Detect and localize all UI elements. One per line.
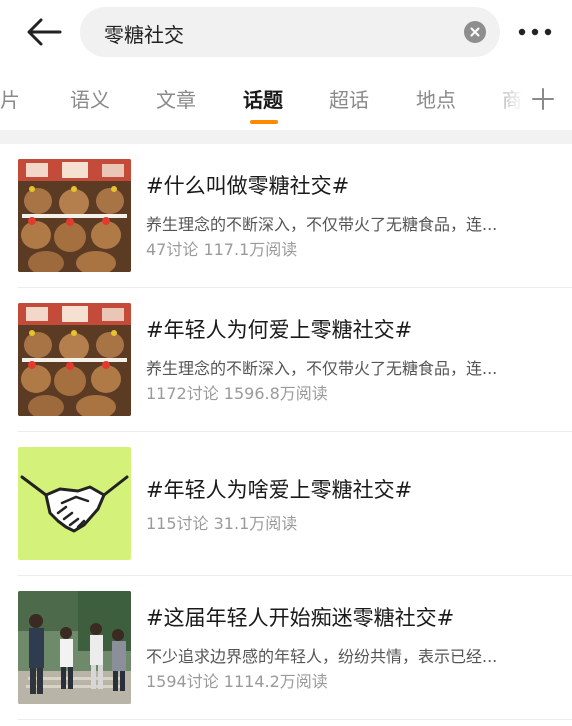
divider: [18, 719, 572, 720]
list-item[interactable]: #年轻人为啥爱上零糖社交# 115讨论 31.1万阅读: [0, 432, 572, 576]
topic-stats: 1172讨论 1596.8万阅读: [146, 384, 328, 403]
tab-topics[interactable]: 话题: [243, 84, 283, 113]
search-query: 零糖社交: [104, 23, 184, 47]
more-button[interactable]: [514, 20, 558, 44]
section-separator: [0, 130, 572, 144]
list-item[interactable]: #这届年轻人开始痴迷零糖社交# 不少追求边界感的年轻人，纷纷共情，表示已经...…: [0, 576, 572, 720]
plus-icon: [532, 88, 554, 110]
topic-title: #什么叫做零糖社交#: [146, 174, 350, 198]
topic-title: #这届年轻人开始痴迷零糖社交#: [146, 606, 455, 630]
topic-thumbnail: [18, 591, 131, 704]
topic-stats: 47讨论 117.1万阅读: [146, 240, 298, 259]
topic-thumbnail: [18, 159, 131, 272]
topic-thumbnail: [18, 447, 131, 560]
clear-search-button[interactable]: [464, 21, 486, 43]
clear-circle-icon: [470, 27, 480, 37]
tab-places[interactable]: 地点: [416, 84, 456, 113]
arrow-left-icon: [27, 18, 62, 46]
tab-super-topics[interactable]: 超话: [329, 84, 369, 113]
topic-stats: 1594讨论 1114.2万阅读: [146, 672, 328, 691]
topic-description: 养生理念的不断深入，不仅带火了无糖食品，连...: [146, 359, 498, 378]
tabs-fade: [488, 64, 528, 130]
topic-stats: 115讨论 31.1万阅读: [146, 514, 298, 533]
tab-articles[interactable]: 文章: [156, 84, 196, 113]
more-dots-icon: [518, 28, 552, 36]
topic-title: #年轻人为啥爱上零糖社交#: [146, 478, 413, 502]
tab-images[interactable]: 图片: [0, 84, 20, 113]
list-item[interactable]: #什么叫做零糖社交# 养生理念的不断深入，不仅带火了无糖食品，连... 47讨论…: [0, 144, 572, 288]
topic-description: 养生理念的不断深入，不仅带火了无糖食品，连...: [146, 215, 498, 234]
search-category-tabs: 图片 语义 文章 话题 超话 地点 商: [0, 64, 572, 130]
active-tab-indicator: [250, 120, 278, 124]
topic-title: #年轻人为何爱上零糖社交#: [146, 318, 413, 342]
topic-description: 不少追求边界感的年轻人，纷纷共情，表示已经...: [146, 647, 498, 666]
back-button[interactable]: [22, 14, 66, 50]
handshake-icon: [18, 447, 131, 560]
search-input[interactable]: 零糖社交: [80, 7, 500, 57]
topic-thumbnail: [18, 303, 131, 416]
tab-semantic[interactable]: 语义: [70, 84, 110, 113]
add-tab-button[interactable]: [528, 84, 558, 114]
list-item[interactable]: #年轻人为何爱上零糖社交# 养生理念的不断深入，不仅带火了无糖食品，连... 1…: [0, 288, 572, 432]
top-bar: 零糖社交: [0, 0, 572, 64]
